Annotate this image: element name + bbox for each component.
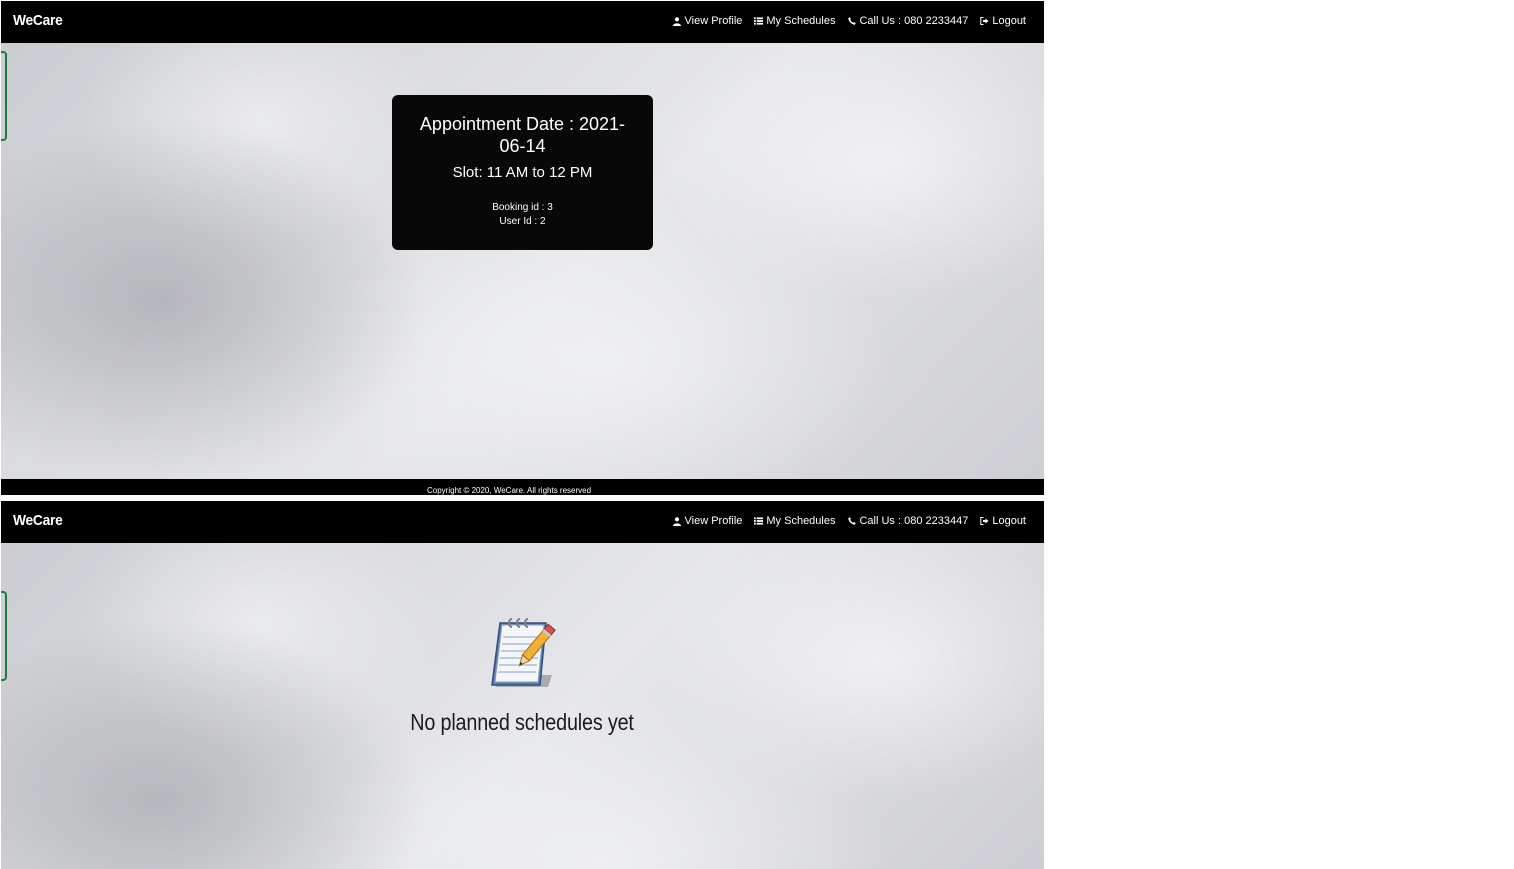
appointment-date: Appointment Date : 2021-06-14 [419,114,626,156]
brand-logo[interactable]: WeCare [13,512,63,529]
schedule-view-empty: WeCare View Profile My Schedules Call Us… [1,501,1044,869]
navbar: WeCare View Profile My Schedules Call Us… [1,501,1044,543]
nav-my-schedules-label: My Schedules [766,515,836,527]
nav-call-us-label: Call Us : 080 2233447 [859,15,969,27]
navbar: WeCare View Profile My Schedules Call Us… [1,1,1044,43]
list-icon [754,16,764,26]
logout-icon [980,16,989,26]
side-tab[interactable] [1,51,7,141]
logout-icon [980,516,989,526]
nav-my-schedules[interactable]: My Schedules [754,515,835,527]
nav-call-us[interactable]: Call Us : 080 2233447 [847,515,968,527]
empty-state: No planned schedules yet [381,613,663,736]
nav-call-us[interactable]: Call Us : 080 2233447 [847,15,968,27]
booking-id: Booking id : 3 [492,202,553,213]
nav-view-profile-label: View Profile [684,515,743,527]
notepad-pencil-icon [491,618,556,687]
nav-my-schedules[interactable]: My Schedules [754,15,835,27]
nav-links: View Profile My Schedules Call Us : 080 … [673,515,1026,527]
appointment-slot: Slot: 11 AM to 12 PM [452,164,593,181]
list-icon [754,516,764,526]
nav-logout[interactable]: Logout [980,515,1026,527]
user-icon [673,16,682,26]
empty-state-message: No planned schedules yet [410,709,634,735]
nav-logout[interactable]: Logout [980,15,1026,27]
copyright-text: Copyright © 2020, WeCare. All rights res… [427,486,592,495]
phone-icon [847,516,856,526]
nav-view-profile[interactable]: View Profile [673,515,743,527]
user-icon [673,516,682,526]
appointment-meta: Booking id : 3 User Id : 2 [392,201,653,229]
nav-logout-label: Logout [992,515,1026,527]
appointment-card: Appointment Date : 2021-06-14 Slot: 11 A… [392,95,653,250]
brand-logo[interactable]: WeCare [13,12,63,29]
nav-my-schedules-label: My Schedules [766,15,836,27]
nav-links: View Profile My Schedules Call Us : 080 … [673,15,1026,27]
nav-call-us-label: Call Us : 080 2233447 [859,515,969,527]
schedule-view-with-appointment: WeCare View Profile My Schedules Call Us… [1,1,1044,495]
footer: Copyright © 2020, WeCare. All rights res… [1,479,1044,495]
side-tab[interactable] [1,591,7,681]
phone-icon [847,16,856,26]
user-id: User Id : 2 [499,216,546,227]
nav-view-profile[interactable]: View Profile [673,15,743,27]
nav-logout-label: Logout [992,15,1026,27]
nav-view-profile-label: View Profile [684,15,743,27]
